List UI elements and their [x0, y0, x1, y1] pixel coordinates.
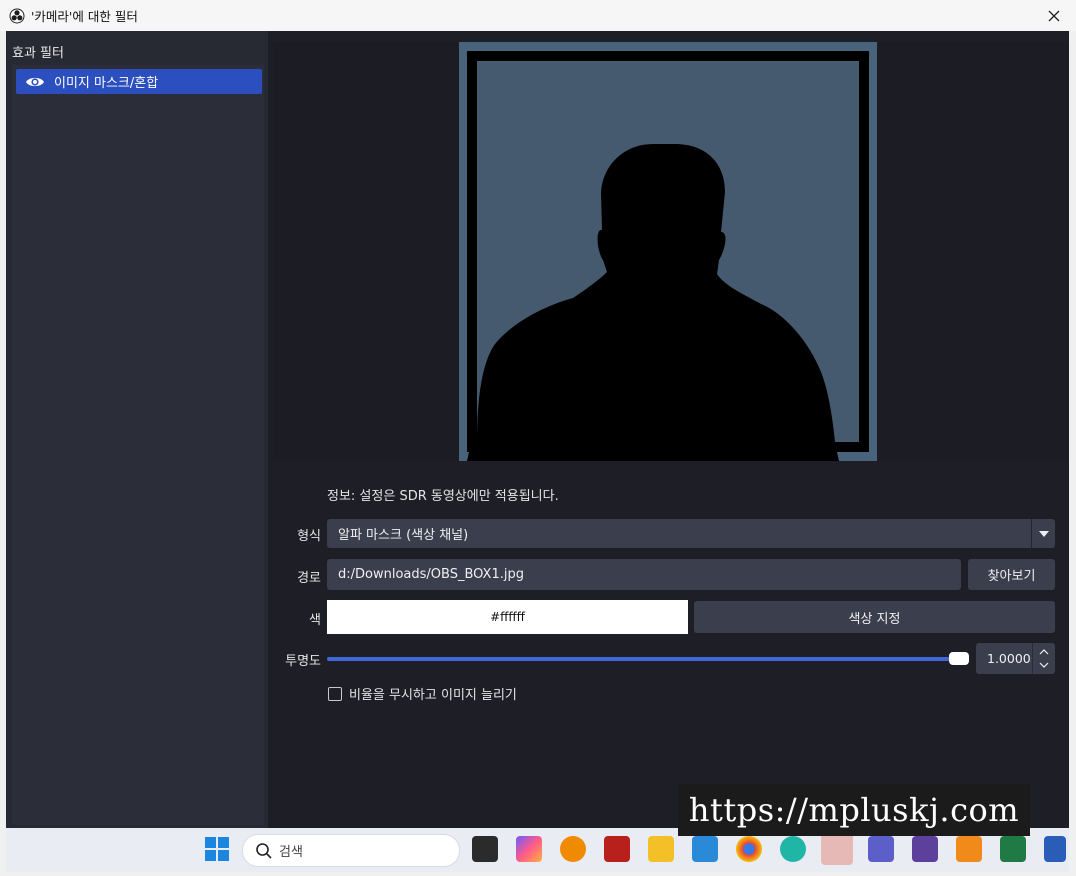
filter-dialog: 효과 필터 이미지 마스크/혼합 정보: 설정은 SDR 동영상에만 적용됩니다… — [6, 31, 1069, 828]
filter-list: 이미지 마스크/혼합 — [12, 65, 264, 825]
filter-settings: 정보: 설정은 SDR 동영상에만 적용됩니다. 형식 알파 마스크 (색상 채… — [273, 461, 1069, 828]
teams-icon[interactable] — [868, 836, 894, 862]
type-select-value: 알파 마스크 (색상 채널) — [338, 528, 469, 543]
taskbar-search[interactable]: 검색 — [242, 834, 460, 867]
stretch-checkbox-row[interactable]: 비율을 무시하고 이미지 늘리기 — [328, 684, 517, 703]
jw-app-icon-purple[interactable] — [912, 836, 938, 862]
onenote-app-icon[interactable] — [692, 836, 718, 862]
path-label: 경로 — [297, 571, 321, 586]
title-bar: '카메라'에 대한 필터 — [0, 0, 1076, 31]
color-label: 색 — [309, 613, 321, 628]
windows-start-icon[interactable] — [204, 836, 230, 862]
voicemeeter-icon[interactable] — [604, 836, 630, 862]
spin-arrows-icon — [1039, 649, 1049, 668]
sdr-info-text: 정보: 설정은 SDR 동영상에만 적용됩니다. — [327, 489, 559, 504]
chrome-icon[interactable] — [736, 836, 762, 862]
opacity-spin-arrows[interactable] — [1032, 643, 1055, 674]
obs-logo-icon — [9, 8, 25, 23]
jw-app-icon-orange[interactable] — [956, 836, 982, 862]
close-icon — [1048, 10, 1060, 21]
word-icon[interactable] — [1044, 836, 1066, 862]
close-button[interactable] — [1032, 0, 1076, 31]
opacity-spinbox[interactable]: 1.0000 — [976, 643, 1055, 674]
silhouette-bottom — [467, 452, 839, 461]
effect-filters-panel: 효과 필터 이미지 마스크/혼합 — [6, 31, 268, 828]
opacity-slider-fill — [327, 657, 969, 661]
browse-button[interactable]: 찾아보기 — [968, 559, 1055, 590]
type-select[interactable]: 알파 마스크 (색상 채널) — [327, 519, 1055, 548]
watermark: https://mpluskj.com — [678, 784, 1030, 836]
opacity-label: 투명도 — [285, 654, 321, 669]
select-color-button[interactable]: 색상 지정 — [694, 601, 1055, 633]
file-explorer-icon[interactable] — [648, 836, 674, 862]
magnifier-app-icon[interactable] — [560, 836, 586, 862]
edge-icon[interactable] — [780, 836, 806, 862]
color-swatch: #ffffff — [327, 600, 688, 634]
chevron-down-icon — [1038, 530, 1049, 537]
path-input[interactable]: d:/Downloads/OBS_BOX1.jpg — [327, 559, 961, 590]
opacity-slider-handle[interactable] — [949, 652, 969, 665]
type-label: 형식 — [297, 529, 321, 544]
opacity-slider[interactable] — [327, 652, 969, 665]
task-view-icon[interactable] — [472, 836, 498, 862]
excel-icon[interactable] — [1000, 836, 1026, 862]
stretch-checkbox-label: 비율을 무시하고 이미지 늘리기 — [349, 688, 517, 703]
eye-icon[interactable] — [25, 75, 45, 89]
stretch-checkbox[interactable] — [328, 686, 342, 701]
filter-item-label: 이미지 마스크/혼합 — [54, 76, 159, 91]
copilot-icon[interactable] — [516, 836, 542, 862]
effect-filters-title: 효과 필터 — [12, 46, 64, 61]
window-title: '카메라'에 대한 필터 — [31, 9, 138, 24]
opacity-value: 1.0000 — [987, 651, 1031, 666]
color-value: #ffffff — [490, 610, 525, 624]
search-label: 검색 — [279, 845, 303, 860]
filter-item-image-mask[interactable]: 이미지 마스크/혼합 — [16, 69, 262, 94]
sticky-notes-icon[interactable] — [821, 833, 853, 865]
search-icon — [256, 842, 272, 859]
type-dropdown-button[interactable] — [1031, 519, 1055, 548]
path-value: d:/Downloads/OBS_BOX1.jpg — [338, 567, 524, 582]
preview-area — [273, 42, 1069, 461]
preview-image — [459, 42, 877, 461]
